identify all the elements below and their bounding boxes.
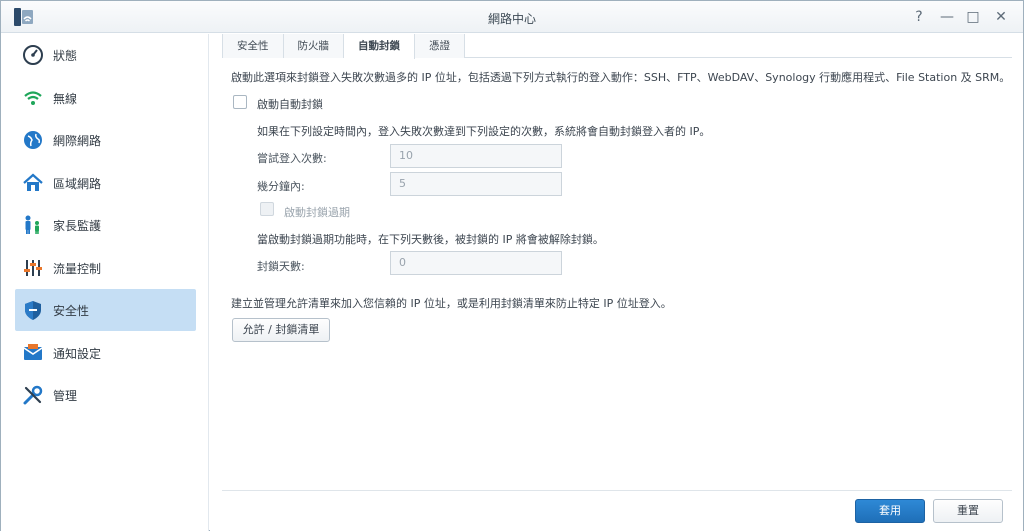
sidebar-item-security[interactable]: 安全性: [15, 289, 196, 331]
block-days-input[interactable]: 0: [390, 251, 562, 275]
tab-autoblock[interactable]: 自動封鎖: [344, 34, 415, 59]
dashboard-icon: [21, 43, 45, 67]
block-days-label: 封鎖天數:: [257, 260, 305, 273]
within-minutes-input[interactable]: 5: [390, 172, 562, 196]
sidebar-item-status[interactable]: 狀態: [15, 34, 196, 76]
tools-icon: [21, 383, 45, 407]
enable-expiry-checkbox[interactable]: [260, 202, 274, 216]
sidebar-item-label: 無線: [53, 91, 78, 106]
sidebar-item-traffic[interactable]: 流量控制: [15, 247, 196, 289]
sidebar-item-label: 區域網路: [53, 176, 102, 191]
reset-button[interactable]: 重置: [933, 499, 1003, 523]
within-minutes-label: 幾分鐘內:: [257, 180, 305, 193]
sidebar-item-label: 安全性: [53, 303, 90, 318]
sidebar-item-label: 狀態: [53, 48, 78, 63]
minimize-button[interactable]: —: [937, 7, 957, 27]
tab-bar: 安全性 防火牆 自動封鎖 憑證: [222, 34, 1012, 59]
footer-divider: [222, 490, 1012, 491]
shield-icon: [21, 298, 45, 322]
family-icon: [21, 213, 45, 237]
window-title: 網路中心: [487, 12, 536, 26]
title-bar: 網路中心 ? — □ ✕: [1, 1, 1023, 33]
sidebar-item-wireless[interactable]: 無線: [15, 77, 196, 119]
enable-expiry-label: 啟動封鎖過期: [284, 206, 350, 219]
globe-icon: [21, 128, 45, 152]
house-icon: [21, 171, 45, 195]
sidebar-item-label: 網際網路: [53, 133, 102, 148]
enable-autoblock-label: 啟動自動封鎖: [257, 98, 323, 111]
main-panel: 安全性 防火牆 自動封鎖 憑證 啟動此選項來封鎖登入失敗次數過多的 IP 位址，…: [210, 34, 1023, 531]
login-attempts-input[interactable]: 10: [390, 144, 562, 168]
mail-icon: [21, 341, 45, 365]
help-icon[interactable]: ?: [909, 7, 929, 27]
login-attempts-label: 嘗試登入次數:: [257, 152, 327, 165]
sidebar-item-internet[interactable]: 網際網路: [15, 119, 196, 161]
tab-firewall[interactable]: 防火牆: [283, 34, 344, 58]
sliders-icon: [21, 256, 45, 280]
sidebar-item-notification[interactable]: 通知設定: [15, 332, 196, 374]
sidebar: 狀態 無線 網際網路 區域網路 家長監護 流量控制 安全性 通知設定 管理: [1, 34, 209, 531]
sidebar-item-parental[interactable]: 家長監護: [15, 204, 196, 246]
allow-block-list-button[interactable]: 允許 / 封鎖清單: [232, 318, 330, 342]
tab-certificate[interactable]: 憑證: [415, 34, 465, 58]
sidebar-item-label: 流量控制: [53, 261, 102, 276]
autoblock-intro-text: 啟動此選項來封鎖登入失敗次數過多的 IP 位址，包括透過下列方式執行的登入動作：…: [231, 71, 1011, 84]
sidebar-item-lan[interactable]: 區域網路: [15, 162, 196, 204]
allowlist-description-text: 建立並管理允許清單來加入您信賴的 IP 位址，或是利用封鎖清單來防止特定 IP …: [231, 297, 672, 310]
tab-security[interactable]: 安全性: [222, 34, 284, 58]
sidebar-item-label: 管理: [53, 388, 78, 403]
apply-button[interactable]: 套用: [855, 499, 925, 523]
sidebar-item-admin[interactable]: 管理: [15, 374, 196, 416]
wifi-icon: [21, 86, 45, 110]
close-button[interactable]: ✕: [991, 7, 1011, 27]
maximize-button[interactable]: □: [963, 7, 983, 27]
network-center-window: 網路中心 ? — □ ✕ 狀態 無線 網際網路 區域網路 家長監護 流量控制 安…: [0, 0, 1024, 531]
enable-autoblock-checkbox[interactable]: [233, 95, 247, 109]
sidebar-item-label: 通知設定: [53, 346, 102, 361]
expiry-description-text: 當啟動封鎖過期功能時，在下列天數後，被封鎖的 IP 將會被解除封鎖。: [257, 233, 604, 246]
sidebar-item-label: 家長監護: [53, 218, 102, 233]
autoblock-condition-text: 如果在下列設定時間內，登入失敗次數達到下列設定的次數，系統將會自動封鎖登入者的 …: [257, 125, 711, 138]
